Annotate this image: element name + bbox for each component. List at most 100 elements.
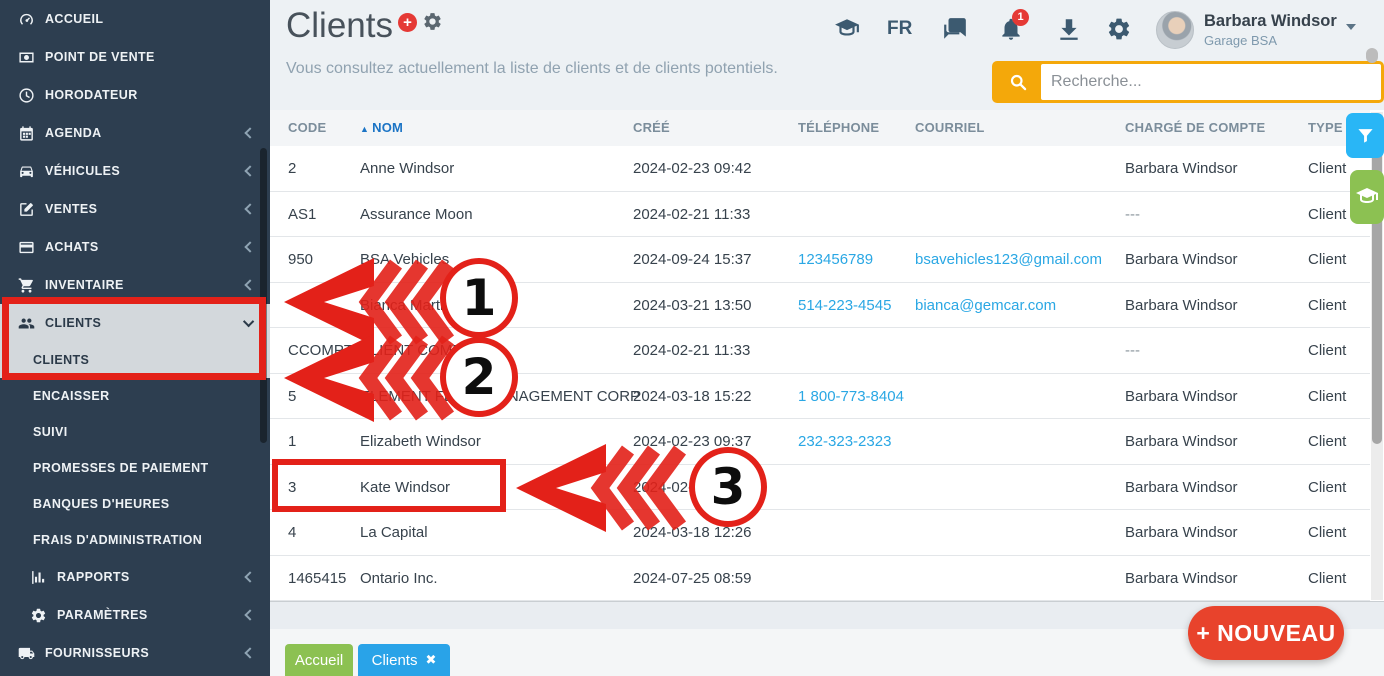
search-icon[interactable]	[995, 64, 1041, 100]
table-row[interactable]: 1Elizabeth Windsor2024-02-23 09:37232-32…	[270, 419, 1370, 465]
table-header: CODE▲NOMCRÉÉTÉLÉPHONECOURRIELCHARGÉ DE C…	[270, 110, 1370, 146]
sidebar-item-banques-dheures[interactable]: BANQUES D'HEURES	[0, 486, 270, 522]
cell-cree: 2024-02-21 11:33	[633, 328, 793, 373]
cell-type: Client	[1308, 556, 1378, 601]
page-subtitle: Vous consultez actuellement la liste de …	[286, 60, 778, 78]
page-settings-gear-icon[interactable]	[422, 11, 443, 32]
chat-icon[interactable]	[942, 16, 968, 42]
bar-chart-icon	[30, 569, 47, 586]
sidebar-item-label: PROMESSES DE PAIEMENT	[33, 461, 209, 475]
column-header-charg-de-compte[interactable]: CHARGÉ DE COMPTE	[1125, 110, 1305, 146]
column-header-code[interactable]: CODE	[288, 110, 352, 146]
sidebar-item-fournisseurs[interactable]: FOURNISSEURS	[0, 634, 270, 672]
chevron-left-icon	[244, 571, 255, 582]
sidebar-item-label: INVENTAIRE	[45, 278, 124, 292]
sidebar-item-achats[interactable]: ACHATS	[0, 228, 270, 266]
cell-charge: Barbara Windsor	[1125, 510, 1305, 555]
cart-icon	[18, 277, 35, 294]
cell-code: 1	[288, 419, 352, 464]
column-header-t-l-phone[interactable]: TÉLÉPHONE	[798, 110, 910, 146]
table-scrollbar-thumb[interactable]	[1372, 114, 1382, 444]
filter-button[interactable]	[1346, 113, 1384, 158]
cell-courriel[interactable]: bsavehicles123@gmail.com	[915, 237, 1120, 282]
cell-charge: Barbara Windsor	[1125, 374, 1305, 419]
cell-code: AS1	[288, 192, 352, 237]
cell-charge: Barbara Windsor	[1125, 283, 1305, 328]
sidebar-item-label: AGENDA	[45, 126, 102, 140]
sidebar-item-label: HORODATEUR	[45, 88, 138, 102]
sidebar-item-frais-dadministration[interactable]: FRAIS D'ADMINISTRATION	[0, 522, 270, 558]
car-icon	[18, 163, 35, 180]
sidebar-item-ventes[interactable]: VENTES	[0, 190, 270, 228]
cell-tel[interactable]: 514-223-4545	[798, 283, 910, 328]
add-client-icon[interactable]: +	[398, 13, 417, 32]
sidebar-item-horodateur[interactable]: HORODATEUR	[0, 76, 270, 114]
new-client-button[interactable]: + NOUVEAU	[1188, 606, 1344, 660]
language-switcher[interactable]: FR	[887, 18, 912, 40]
column-header-nom[interactable]: ▲NOM	[360, 110, 625, 147]
sidebar-item-agenda[interactable]: AGENDA	[0, 114, 270, 152]
download-icon[interactable]	[1056, 16, 1082, 42]
sidebar-item-label: PARAMÈTRES	[57, 608, 148, 622]
cell-type: Client	[1308, 328, 1378, 373]
cell-code: 4	[288, 510, 352, 555]
user-menu-caret-icon[interactable]	[1346, 24, 1356, 30]
speedometer-icon	[18, 11, 35, 28]
cell-tel[interactable]: 232-323-2323	[798, 419, 910, 464]
tutorials-graduation-cap-icon[interactable]	[834, 16, 860, 42]
gear-icon	[30, 607, 47, 624]
sidebar-item-label: FOURNISSEURS	[45, 646, 149, 660]
cell-cree: 2024-02-21 11:33	[633, 192, 793, 237]
table-row[interactable]: 4La Capital2024-03-18 12:26Barbara Winds…	[270, 510, 1370, 556]
sidebar-item-suivi[interactable]: SUIVI	[0, 414, 270, 450]
sidebar-item-parametres[interactable]: PARAMÈTRES	[0, 596, 270, 634]
cell-code: 1465415	[288, 556, 352, 601]
cell-charge: Barbara Windsor	[1125, 146, 1305, 191]
sidebar-item-label: ACHATS	[45, 240, 99, 254]
cell-type: Client	[1308, 465, 1378, 510]
tutorial-graduation-button[interactable]	[1350, 170, 1384, 224]
sidebar-scrollbar[interactable]	[260, 148, 267, 443]
column-header-courriel[interactable]: COURRIEL	[915, 110, 1120, 146]
user-avatar[interactable]	[1156, 11, 1194, 49]
sidebar-item-point-de-vente[interactable]: POINT DE VENTE	[0, 38, 270, 76]
settings-gear-icon[interactable]	[1106, 16, 1132, 42]
cell-nom: Assurance Moon	[360, 192, 625, 237]
column-header-cr-[interactable]: CRÉÉ	[633, 110, 793, 146]
sidebar-item-encaisser[interactable]: ENCAISSER	[0, 378, 270, 414]
cell-cree: 2024-09-24 15:37	[633, 237, 793, 282]
user-name[interactable]: Barbara Windsor	[1204, 12, 1337, 31]
sidebar-item-label: VÉHICULES	[45, 164, 120, 178]
chevron-left-icon	[244, 203, 255, 214]
annotation-box-sidebar-clients	[2, 297, 266, 380]
sidebar-item-rapports[interactable]: RAPPORTS	[0, 558, 270, 596]
sidebar-item-promesses-de-paiement[interactable]: PROMESSES DE PAIEMENT	[0, 450, 270, 486]
calendar-icon	[18, 125, 35, 142]
cell-courriel[interactable]: bianca@gemcar.com	[915, 283, 1120, 328]
sort-ascending-icon: ▲	[360, 124, 369, 134]
sidebar-item-label: POINT DE VENTE	[45, 50, 155, 64]
annotation-arrow-3	[506, 442, 682, 534]
table-row[interactable]: 1465415Ontario Inc.2024-07-25 08:59Barba…	[270, 556, 1370, 602]
credit-card-icon	[18, 239, 35, 256]
close-icon[interactable]: ✖	[425, 652, 436, 668]
scrollbar-peek	[1366, 48, 1378, 63]
annotation-box-kate-windsor-row	[272, 459, 506, 512]
search-input[interactable]	[1041, 64, 1381, 100]
cell-cree: 2024-03-21 13:50	[633, 283, 793, 328]
tab-clients[interactable]: Clients ✖	[358, 644, 450, 676]
cell-tel[interactable]: 1 800-773-8404	[798, 374, 910, 419]
cell-charge: Barbara Windsor	[1125, 237, 1305, 282]
table-row[interactable]: AS1Assurance Moon2024-02-21 11:33---Clie…	[270, 192, 1370, 238]
sidebar-item-label: BANQUES D'HEURES	[33, 497, 169, 511]
sidebar-item-vehicules[interactable]: VÉHICULES	[0, 152, 270, 190]
cell-type: Client	[1308, 374, 1378, 419]
tab-clients-label: Clients	[372, 652, 418, 669]
cell-charge: ---	[1125, 192, 1305, 237]
table-row[interactable]: 2Anne Windsor2024-02-23 09:42Barbara Win…	[270, 146, 1370, 192]
cell-tel[interactable]: 123456789	[798, 237, 910, 282]
sidebar-item-label: VENTES	[45, 202, 97, 216]
sidebar-item-accueil[interactable]: ACCUEIL	[0, 0, 270, 38]
tab-accueil[interactable]: Accueil	[285, 644, 353, 676]
sidebar-item-label: RAPPORTS	[57, 570, 130, 584]
